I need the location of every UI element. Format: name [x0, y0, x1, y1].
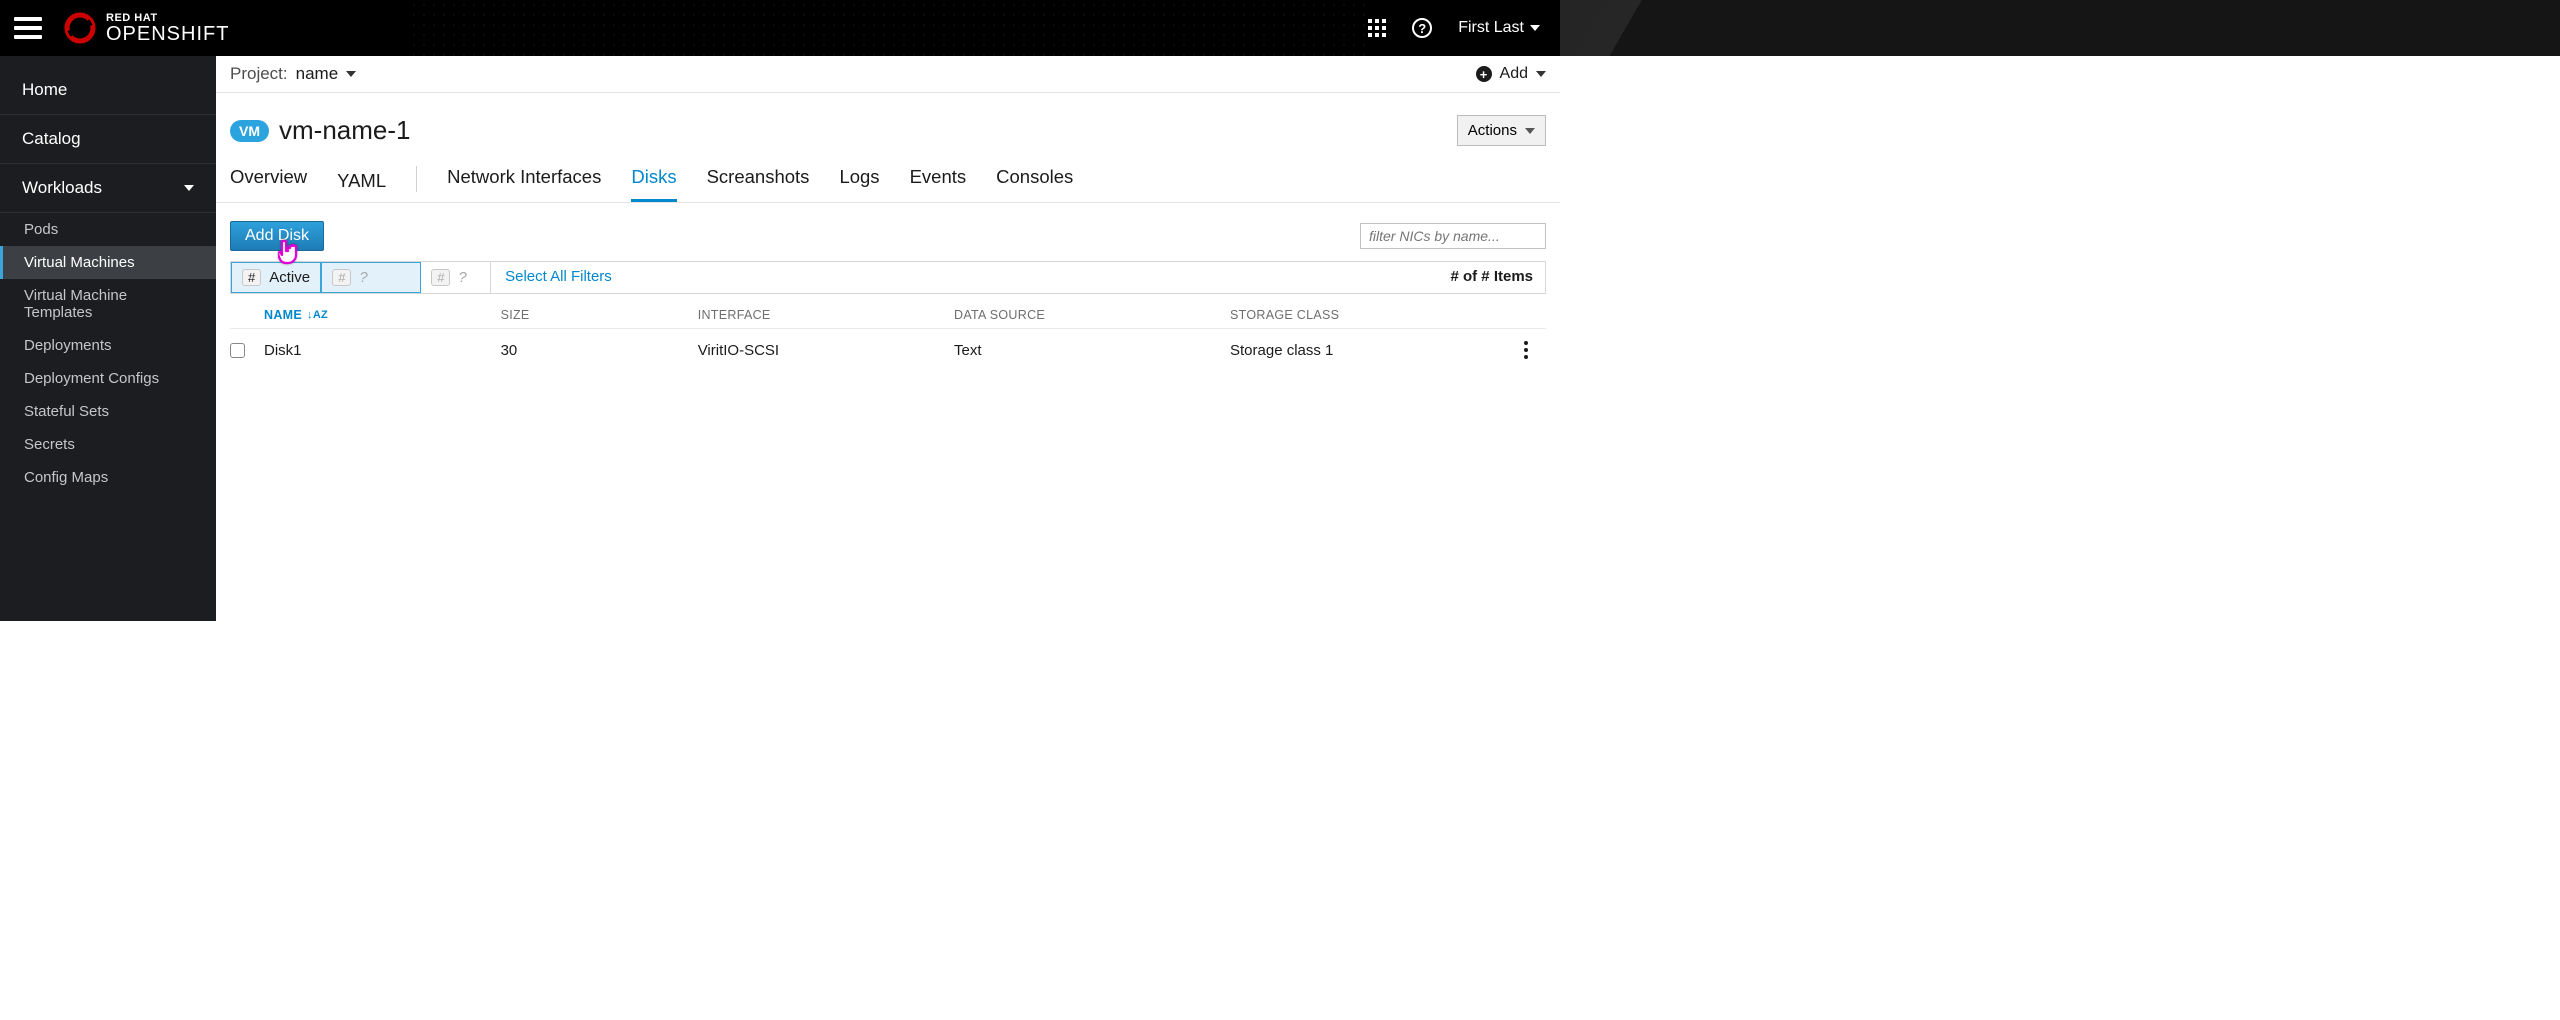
project-bar: Project: name + Add [216, 56, 1560, 93]
filter-placeholder-2[interactable]: # ? [421, 262, 491, 293]
apps-launcher-icon[interactable] [1368, 19, 1386, 37]
sort-icon: ↓A͏Z [307, 309, 328, 321]
sidebar: Home Catalog Workloads Pods Virtual Mach… [0, 56, 216, 621]
caret-down-icon [1525, 128, 1535, 134]
brand-text: RED HAT OPENSHIFT [106, 13, 229, 44]
plus-circle-icon: + [1476, 66, 1492, 82]
tab-disks[interactable]: Disks [631, 166, 676, 202]
sidebar-item-workloads[interactable]: Workloads [0, 164, 216, 213]
tab-consoles[interactable]: Consoles [996, 166, 1073, 202]
filter-active[interactable]: # Active [231, 262, 321, 293]
brand[interactable]: RED HAT OPENSHIFT [64, 12, 229, 44]
tab-yaml[interactable]: YAML [337, 166, 417, 202]
sidebar-item-virtual-machines[interactable]: Virtual Machines [0, 246, 216, 279]
tab-network-interfaces[interactable]: Network Interfaces [447, 166, 601, 202]
cell-size: 30 [501, 342, 698, 359]
filter-placeholder-1[interactable]: # ? [321, 262, 421, 293]
sidebar-item-catalog[interactable]: Catalog [0, 115, 216, 164]
select-all-filters-link[interactable]: Select All Filters [491, 262, 626, 293]
disks-table: NAME ↓A͏Z SIZE INTERFACE DATA SOURCE STO… [230, 308, 1546, 371]
col-size[interactable]: SIZE [501, 308, 698, 322]
tab-logs[interactable]: Logs [839, 166, 879, 202]
chevron-down-icon [1536, 71, 1546, 77]
cell-interface: ViritIO-SCSI [698, 342, 954, 359]
tab-events[interactable]: Events [910, 166, 967, 202]
project-selector[interactable]: Project: name [230, 64, 356, 84]
vm-badge: VM [230, 120, 269, 142]
chevron-down-icon [346, 71, 356, 77]
cell-data-source: Text [954, 342, 1230, 359]
sidebar-item-stateful-sets[interactable]: Stateful Sets [0, 395, 216, 428]
col-interface[interactable]: INTERFACE [698, 308, 954, 322]
cell-storage: Storage class 1 [1230, 342, 1506, 359]
caret-down-icon [1530, 25, 1540, 31]
tab-overview[interactable]: Overview [230, 166, 307, 202]
user-name-label: First Last [1458, 19, 1524, 37]
sidebar-item-deployments[interactable]: Deployments [0, 329, 216, 362]
col-storage-class[interactable]: STORAGE CLASS [1230, 308, 1506, 322]
sidebar-item-vm-templates[interactable]: Virtual Machine Templates [0, 279, 216, 329]
cell-name: Disk1 [264, 342, 501, 359]
main-content: Project: name + Add VM vm-name-1 Actions… [216, 56, 1560, 621]
tab-screenshots[interactable]: Screanshots [707, 166, 810, 202]
add-disk-button[interactable]: Add Disk [230, 221, 324, 251]
hamburger-menu-icon[interactable] [14, 17, 42, 39]
col-name[interactable]: NAME ↓A͏Z [264, 308, 501, 322]
sidebar-item-deployment-configs[interactable]: Deployment Configs [0, 362, 216, 395]
masthead: RED HAT OPENSHIFT ? First Last [0, 0, 1560, 56]
actions-button[interactable]: Actions [1457, 115, 1546, 146]
item-count-label: # of # Items [1438, 262, 1545, 293]
col-data-source[interactable]: DATA SOURCE [954, 308, 1230, 322]
page-title: VM vm-name-1 [230, 115, 410, 146]
sidebar-item-secrets[interactable]: Secrets [0, 428, 216, 461]
sidebar-item-home[interactable]: Home [0, 66, 216, 115]
tabs: Overview YAML Network Interfaces Disks S… [216, 146, 1560, 203]
sidebar-item-config-maps[interactable]: Config Maps [0, 461, 216, 494]
vm-name-heading: vm-name-1 [279, 115, 410, 146]
table-row: Disk1 30 ViritIO-SCSI Text Storage class… [230, 328, 1546, 371]
openshift-logo-icon [64, 12, 96, 44]
chevron-down-icon [184, 185, 194, 191]
row-kebab-icon[interactable] [1506, 341, 1546, 359]
filter-row: # Active # ? # ? Select All Filters # of… [230, 261, 1546, 294]
add-dropdown[interactable]: + Add [1476, 65, 1546, 83]
user-menu[interactable]: First Last [1458, 19, 1540, 37]
filter-input[interactable] [1360, 223, 1546, 249]
row-checkbox[interactable] [230, 343, 245, 358]
sidebar-item-pods[interactable]: Pods [0, 213, 216, 246]
help-icon[interactable]: ? [1412, 18, 1432, 38]
